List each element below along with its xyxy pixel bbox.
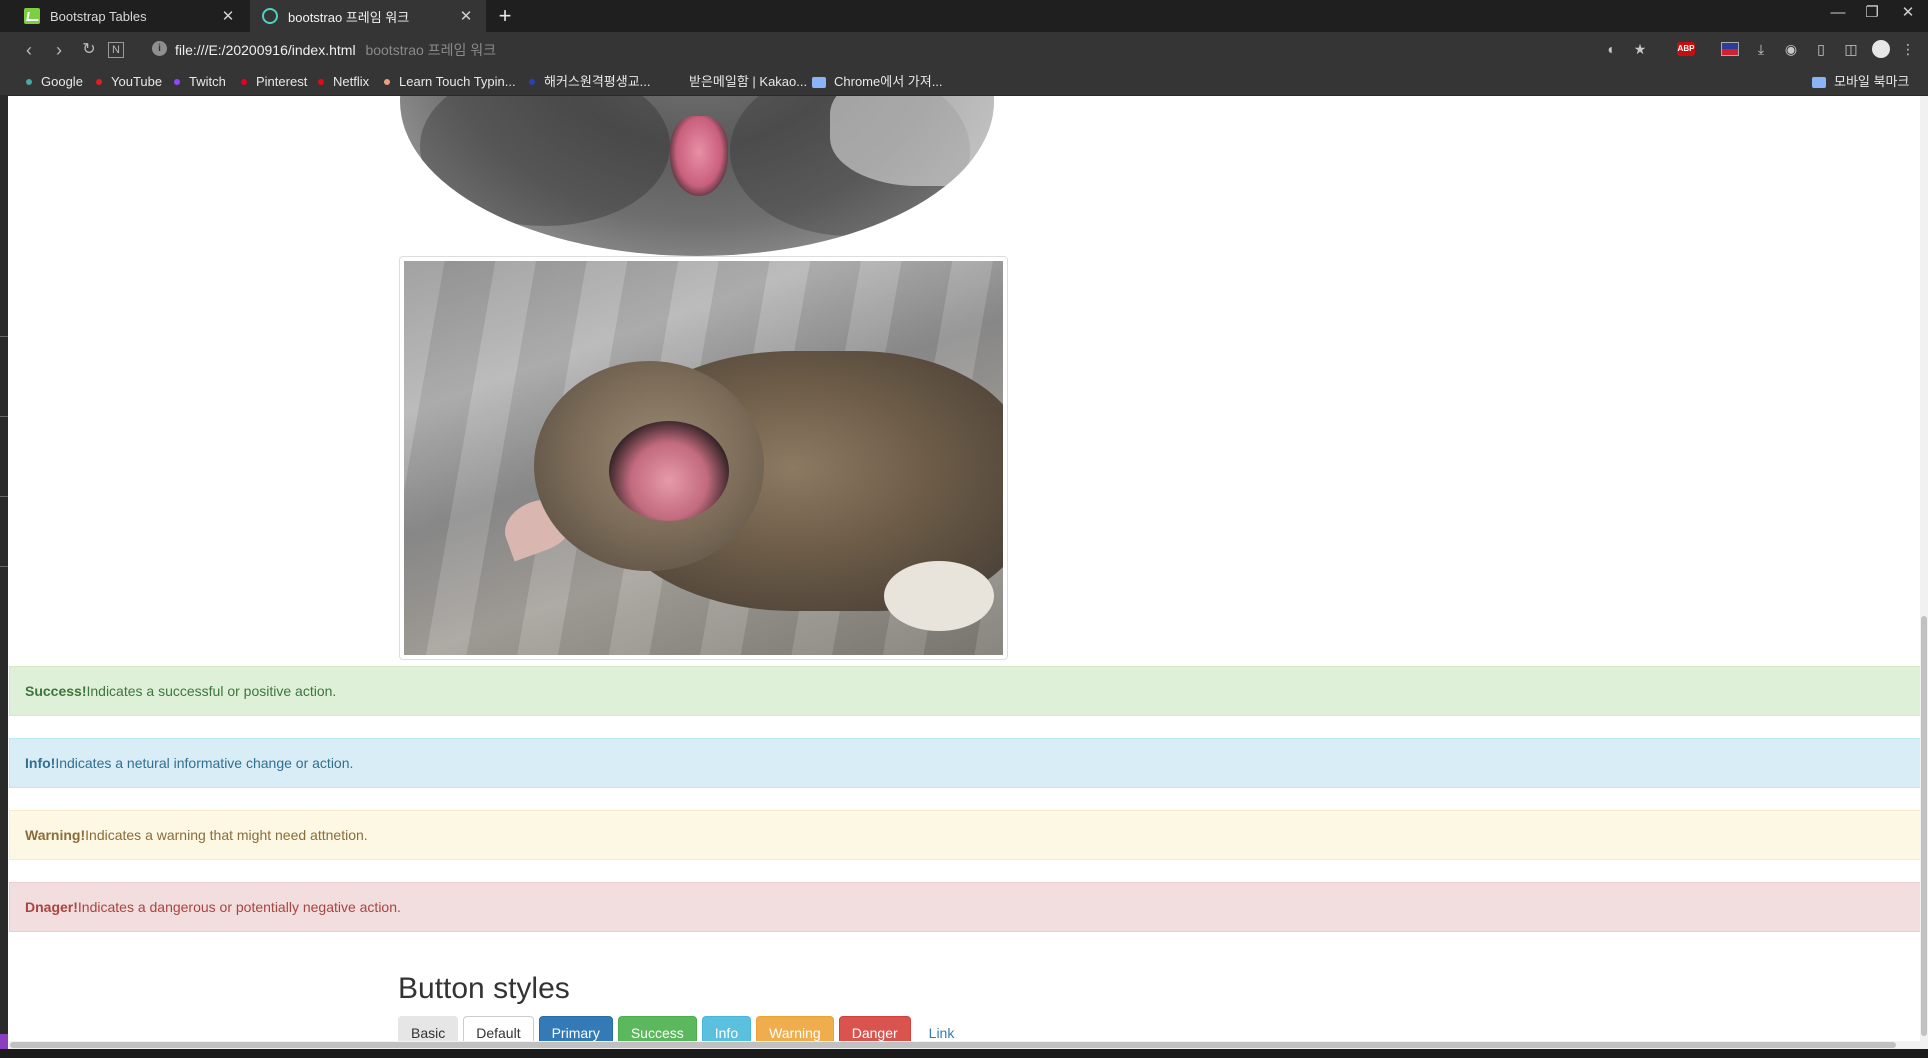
info-icon[interactable]: i xyxy=(152,41,167,56)
netflix-icon xyxy=(318,79,324,85)
notion-icon[interactable]: N xyxy=(108,42,124,58)
bookmark-twitch[interactable]: Twitch xyxy=(174,68,226,96)
bookmark-learn-touch-typing[interactable]: Learn Touch Typin... xyxy=(384,68,516,96)
cat-image-thumbnail xyxy=(399,256,1008,660)
bookmark-pinterest[interactable]: Pinterest xyxy=(241,68,307,96)
alert-text: Indicates a warning that might need attn… xyxy=(85,827,368,843)
bookmark-google[interactable]: Google xyxy=(26,68,83,96)
bookmark-label: Netflix xyxy=(333,74,370,89)
google-icon xyxy=(26,79,32,85)
alert-info: Info!Indicates a netural informative cha… xyxy=(9,738,1923,788)
url-field[interactable]: file:///E:/20200916/index.html bootstrao… xyxy=(175,32,496,68)
loading-icon xyxy=(262,8,278,24)
folder-icon xyxy=(1812,76,1826,88)
bookmark-chrome-import[interactable]: Chrome에서 가져... xyxy=(812,68,943,96)
bookmark-netflix[interactable]: Netflix xyxy=(318,68,369,96)
chart-icon xyxy=(24,8,40,24)
folder-icon xyxy=(812,76,826,88)
hackers-icon xyxy=(529,79,535,85)
bookmark-label: Chrome에서 가져... xyxy=(834,74,943,89)
bookmark-youtube[interactable]: YouTube xyxy=(96,68,162,96)
bookmark-label: 해커스원격평생교... xyxy=(544,74,651,89)
reload-icon[interactable]: ↻ xyxy=(78,39,100,61)
reader-icon[interactable]: ▯ xyxy=(1811,39,1831,59)
cat-image-oval xyxy=(400,96,994,256)
restore-icon[interactable]: ❐ xyxy=(1852,0,1892,28)
tab-strip: Bootstrap Tables ✕ bootstrao 프레임 워크 ✕ + … xyxy=(0,0,1928,32)
alert-strong: Dnager! xyxy=(25,899,78,915)
url-text: file:///E:/20200916/index.html xyxy=(175,42,356,58)
bookmark-label: Learn Touch Typin... xyxy=(399,74,516,89)
tab-bootstrao[interactable]: bootstrao 프레임 워크 ✕ xyxy=(250,0,486,32)
typing-icon xyxy=(384,79,390,85)
profile-icon[interactable] xyxy=(1872,40,1890,58)
page-section-title: Button styles xyxy=(398,972,570,1005)
alert-strong: Warning! xyxy=(25,827,86,843)
youtube-icon xyxy=(96,79,102,85)
bookmark-label: 받은메일함 | Kakao... xyxy=(689,74,808,89)
close-icon[interactable]: ✕ xyxy=(220,7,236,25)
alert-success: Success!Indicates a successful or positi… xyxy=(9,666,1923,716)
flag-icon[interactable] xyxy=(1721,42,1739,56)
alert-strong: Success! xyxy=(25,683,87,699)
yawning-cat-photo xyxy=(404,261,1003,655)
pinterest-icon xyxy=(241,79,247,85)
bookmark-kakao-mail[interactable]: 받은메일함 | Kakao... xyxy=(674,68,807,96)
alert-strong: Info! xyxy=(25,755,56,771)
new-tab-button[interactable]: + xyxy=(492,3,518,29)
bookmark-hackers[interactable]: 해커스원격평생교... xyxy=(529,68,651,96)
back-icon[interactable]: ‹ xyxy=(18,39,40,61)
os-taskbar xyxy=(0,1049,1928,1058)
adblock-icon[interactable]: ABP xyxy=(1677,42,1695,56)
alert-warning: Warning!Indicates a warning that might n… xyxy=(9,810,1923,860)
alert-text: Indicates a dangerous or potentially neg… xyxy=(77,899,401,915)
bookmark-mobile[interactable]: 모바일 북마크 xyxy=(1812,68,1909,96)
twitch-icon xyxy=(174,79,180,85)
menu-icon[interactable]: ⋮ xyxy=(1898,39,1918,59)
sidebar-icon[interactable]: ◫ xyxy=(1841,39,1861,59)
url-page-title: bootstrao 프레임 워크 xyxy=(365,42,497,58)
kakao-icon xyxy=(674,79,680,85)
forward-icon[interactable]: › xyxy=(48,39,70,61)
alert-danger: Dnager!Indicates a dangerous or potentia… xyxy=(9,882,1923,932)
tab-label: Bootstrap Tables xyxy=(50,8,147,24)
left-edge-strip xyxy=(0,96,8,1058)
bookmark-label: Twitch xyxy=(189,74,226,89)
tab-bootstrap-tables[interactable]: Bootstrap Tables ✕ xyxy=(12,0,248,32)
bookmark-label: YouTube xyxy=(111,74,163,89)
alert-text: Indicates a netural informative change o… xyxy=(55,755,354,771)
bookmark-label: Google xyxy=(41,74,83,89)
star-icon[interactable]: ★ xyxy=(1630,39,1650,59)
horizontal-scrollbar[interactable] xyxy=(8,1041,1920,1049)
pocket-icon[interactable]: ◖ xyxy=(1600,39,1620,59)
download-icon[interactable]: ⤓ xyxy=(1751,39,1771,59)
bookmark-label: Pinterest xyxy=(256,74,308,89)
close-icon[interactable]: ✕ xyxy=(458,7,474,25)
page-viewport: Success!Indicates a successful or positi… xyxy=(0,96,1928,1058)
window-close-icon[interactable]: ✕ xyxy=(1888,0,1928,28)
tab-label: bootstrao 프레임 워크 xyxy=(288,9,410,25)
bookmark-label: 모바일 북마크 xyxy=(1834,74,1910,89)
alert-text: Indicates a successful or positive actio… xyxy=(86,683,337,699)
vertical-scrollbar[interactable] xyxy=(1920,96,1928,1058)
bookmarks-bar: Google YouTube Twitch Pinterest Netflix … xyxy=(0,68,1928,96)
camera-icon[interactable]: ◉ xyxy=(1781,39,1801,59)
